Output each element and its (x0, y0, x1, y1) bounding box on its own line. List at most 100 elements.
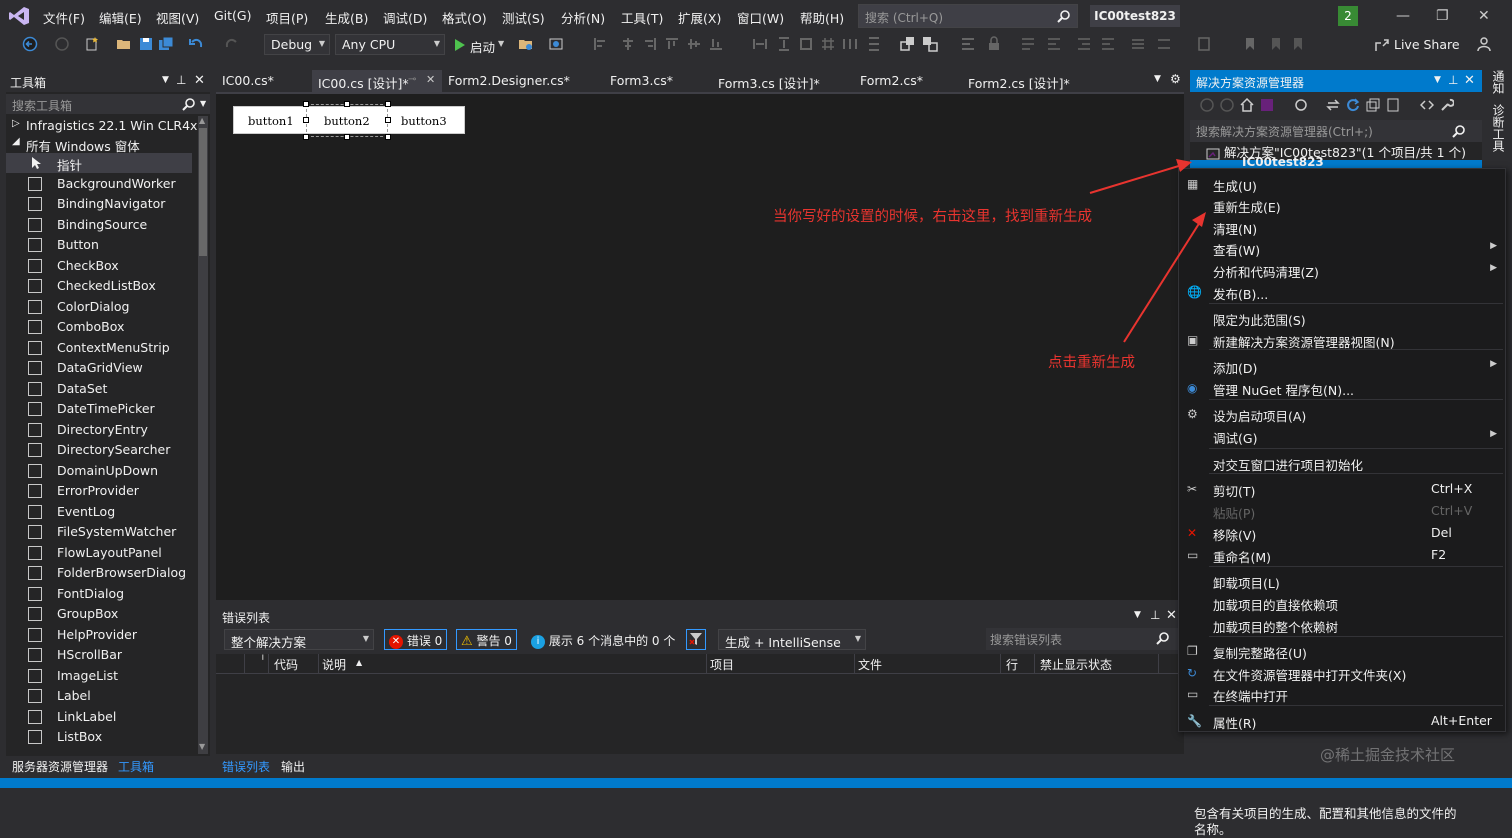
window-position-icon[interactable]: ▼ (162, 75, 169, 85)
diagnostic-tools-tab[interactable]: 诊断工具 (1490, 104, 1507, 152)
form-button-1[interactable]: button1 (248, 114, 294, 128)
close-icon[interactable]: ✕ (426, 73, 435, 86)
close-window-icon[interactable]: ✕ (1478, 8, 1490, 24)
form-designer-surface[interactable] (216, 92, 1184, 600)
close-icon[interactable]: ✕ (194, 73, 205, 88)
filter-current-button[interactable] (686, 629, 706, 650)
context-menu-item[interactable]: 🌐 发布(B)... (1179, 281, 1505, 303)
undo-icon[interactable] (188, 36, 204, 52)
toolbox-item-button[interactable]: Button (6, 235, 192, 255)
horizontal-spacing-icon[interactable] (842, 36, 858, 52)
form-button-3[interactable]: button3 (401, 114, 447, 128)
back-icon[interactable] (1200, 98, 1214, 112)
toolbox-group-all-windows-forms[interactable]: ◢ 所有 Windows 窗体 (6, 134, 192, 154)
comment-icon[interactable] (1020, 36, 1036, 52)
resize-handle[interactable] (303, 117, 309, 123)
switch-views-icon[interactable] (1260, 98, 1274, 112)
menu-project[interactable]: 项目(P) (266, 8, 308, 27)
align-left-icon[interactable] (592, 36, 608, 52)
notification-badge[interactable]: 2 (1338, 6, 1358, 26)
show-all-files-icon[interactable] (1386, 98, 1400, 112)
toolbox-item-listbox[interactable]: ListBox (6, 727, 192, 747)
back-icon[interactable] (22, 36, 38, 52)
menu-test[interactable]: 测试(S) (502, 8, 545, 27)
browser-link-icon[interactable] (518, 36, 534, 52)
format-icon[interactable] (1130, 36, 1146, 52)
toolbox-item-eventlog[interactable]: EventLog (6, 502, 192, 522)
same-height-icon[interactable] (776, 36, 792, 52)
context-menu-item[interactable]: 调试(G) ▶ (1179, 425, 1505, 447)
column-suppression-state[interactable]: 禁止显示状态 (1040, 656, 1112, 673)
bring-to-front-icon[interactable] (900, 36, 916, 52)
tab-toolbox[interactable]: 工具箱 (118, 758, 154, 775)
tab-ic00-cs[interactable]: IC00.cs* (222, 73, 274, 88)
tab-form3-cs[interactable]: Form3.cs* (610, 73, 673, 88)
context-menu-item[interactable]: ▭ 重命名(M) F2 (1179, 544, 1505, 566)
warnings-filter-button[interactable]: ⚠ 警告 0 (456, 629, 517, 650)
resize-handle[interactable] (303, 134, 309, 140)
toolbox-search-input[interactable]: 搜索工具箱 ▼ (6, 94, 210, 114)
view-code-icon[interactable] (1420, 98, 1434, 112)
tab-form3-designer[interactable]: Form3.cs [设计]* (718, 73, 820, 92)
menu-extensions[interactable]: 扩展(X) (678, 8, 721, 27)
solution-search-input[interactable]: 搜索解决方案资源管理器(Ctrl+;) (1190, 120, 1482, 142)
window-position-icon[interactable]: ▼ (1134, 610, 1141, 620)
properties-wrench-icon[interactable] (1440, 98, 1454, 112)
column-project[interactable]: 项目 (710, 656, 734, 673)
tab-error-list[interactable]: 错误列表 (222, 758, 270, 775)
toolbox-item-directoryentry[interactable]: DirectoryEntry (6, 420, 192, 440)
tab-output[interactable]: 输出 (281, 758, 305, 775)
resize-handle[interactable] (344, 134, 350, 140)
build-filter-select[interactable]: 生成 + IntelliSense ▼ (718, 629, 866, 650)
context-menu-item[interactable]: 加载项目的整个依赖树 (1179, 614, 1505, 636)
global-search-input[interactable]: 搜索 (Ctrl+Q) (858, 4, 1078, 28)
account-icon[interactable] (1476, 36, 1492, 52)
scrollbar-thumb[interactable] (199, 128, 207, 256)
sync-icon[interactable] (1326, 98, 1340, 112)
context-menu-item[interactable]: 分析和代码清理(Z) ▶ (1179, 259, 1505, 281)
column-file[interactable]: 文件 (858, 656, 882, 673)
toolbox-item-imagelist[interactable]: ImageList (6, 666, 192, 686)
toolbox-item-checkbox[interactable]: CheckBox (6, 256, 192, 276)
toolbox-item-helpprovider[interactable]: HelpProvider (6, 625, 192, 645)
context-menu-item[interactable]: ↻ 在文件资源管理器中打开文件夹(X) (1179, 662, 1505, 684)
open-folder-toolbar-icon[interactable] (116, 36, 132, 52)
tab-form2-designer-cs[interactable]: Form2.Designer.cs* (448, 73, 570, 88)
refresh-icon[interactable] (1346, 98, 1360, 112)
align-top-icon[interactable] (664, 36, 680, 52)
collapse-all-icon[interactable] (1366, 98, 1380, 112)
toolbox-item-contextmenustrip[interactable]: ContextMenuStrip (6, 338, 192, 358)
size-to-grid-icon[interactable] (820, 36, 836, 52)
uncomment-icon[interactable] (1046, 36, 1062, 52)
align-center-icon[interactable] (620, 36, 636, 52)
toolbox-item-directorysearcher[interactable]: DirectorySearcher (6, 440, 192, 460)
tab-list-icon[interactable]: ▼ (1154, 74, 1161, 84)
toolbox-item-filesystemwatcher[interactable]: FileSystemWatcher (6, 522, 192, 542)
same-size-icon[interactable] (798, 36, 814, 52)
menu-view[interactable]: 视图(V) (156, 8, 199, 27)
toolbox-item-checkedlistbox[interactable]: CheckedListBox (6, 276, 192, 296)
save-icon[interactable] (138, 36, 154, 52)
resize-handle[interactable] (303, 101, 309, 107)
toolbox-item-linklabel[interactable]: LinkLabel (6, 707, 192, 727)
toolbox-scrollbar[interactable]: ▲ ▼ (198, 116, 208, 754)
menu-build[interactable]: 生成(B) (325, 8, 368, 27)
toolbox-item-datagridview[interactable]: DataGridView (6, 358, 192, 378)
context-menu-item[interactable]: ▭ 在终端中打开 (1179, 683, 1505, 705)
toolbox-item-folderbrowserdialog[interactable]: FolderBrowserDialog (6, 563, 192, 583)
minimize-icon[interactable]: — (1396, 8, 1410, 24)
visual-studio-logo-icon[interactable] (8, 6, 30, 26)
tab-ic00-designer[interactable]: IC00.cs [设计]* ⊸ ✕ (312, 70, 442, 92)
context-menu-item[interactable]: ⚙ 设为启动项目(A) (1179, 403, 1505, 425)
error-search-input[interactable]: 搜索错误列表 (986, 628, 1182, 650)
menu-analyze[interactable]: 分析(N) (561, 8, 605, 27)
bookmark-icon[interactable] (1242, 36, 1258, 52)
context-menu-item[interactable]: 卸载项目(L) (1179, 570, 1505, 592)
forward-icon[interactable] (1220, 98, 1234, 112)
close-icon[interactable]: ✕ (1464, 73, 1475, 88)
menu-window[interactable]: 窗口(W) (737, 8, 784, 27)
toolbox-item-combobox[interactable]: ComboBox (6, 317, 192, 337)
context-menu-item[interactable]: 清理(N) (1179, 216, 1505, 238)
column-description[interactable]: 说明 (322, 656, 346, 673)
column-line[interactable]: 行 (1006, 656, 1018, 673)
